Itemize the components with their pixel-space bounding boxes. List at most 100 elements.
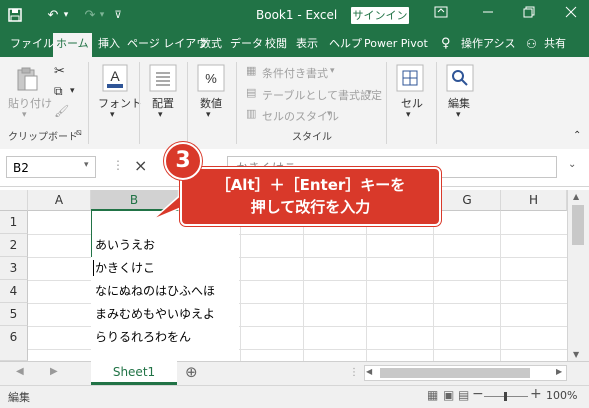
minimize-icon[interactable]	[482, 6, 494, 22]
collapse-ribbon-icon[interactable]: ⌃	[573, 130, 581, 141]
format-as-table-button[interactable]: テーブルとして書式設定	[262, 87, 382, 103]
sheet-prev-icon[interactable]: ◀	[16, 366, 24, 377]
tab-page-layout[interactable]: ページ レイアウ	[127, 34, 207, 54]
alignment-button[interactable]: 配置	[152, 95, 174, 111]
scroll-up-icon[interactable]: ▲	[573, 192, 579, 201]
page-layout-view-icon[interactable]: ▣	[443, 388, 454, 402]
cells-icon[interactable]	[396, 64, 424, 92]
cells-dropdown-icon[interactable]: ▾	[406, 110, 411, 120]
column-header-h[interactable]: H	[501, 190, 567, 211]
copy-icon[interactable]: ⧉	[54, 84, 63, 99]
undo-dropdown-icon[interactable]: ▾	[60, 6, 72, 24]
tab-power-pivot[interactable]: Power Pivot	[364, 34, 428, 54]
share-button[interactable]: 共有	[544, 34, 566, 54]
row-header-2[interactable]: 2	[0, 234, 28, 257]
cancel-icon[interactable]: ×	[134, 156, 147, 175]
svg-text:%: %	[205, 71, 217, 86]
cell-b5[interactable]: まみむめもやいゆえよ	[92, 303, 215, 325]
restore-icon[interactable]	[523, 6, 535, 22]
number-button[interactable]: 数値	[200, 95, 222, 111]
customize-toolbar-icon[interactable]: ⊽	[111, 6, 125, 24]
cell-b2-line-2[interactable]: かきくけこ	[92, 257, 155, 279]
format-painter-icon[interactable]: 🖌	[54, 104, 69, 118]
search-icon[interactable]	[446, 64, 474, 92]
horizontal-scroll-thumb[interactable]	[380, 368, 530, 378]
tab-view[interactable]: 表示	[296, 34, 318, 54]
text-cursor	[93, 260, 94, 276]
zoom-out-icon[interactable]: −	[472, 386, 484, 402]
conditional-format-dropdown-icon[interactable]: ▾	[330, 66, 335, 76]
scroll-right-icon[interactable]: ▶	[556, 367, 562, 376]
paste-dropdown-icon[interactable]: ▾	[22, 110, 27, 120]
select-all-corner[interactable]	[0, 190, 28, 211]
tab-review[interactable]: 校閲	[265, 34, 287, 54]
cut-icon[interactable]: ✂	[54, 64, 65, 79]
sheet-next-icon[interactable]: ▶	[50, 366, 58, 377]
svg-text:A: A	[110, 68, 120, 84]
copy-dropdown-icon[interactable]: ▾	[70, 86, 75, 96]
scroll-down-icon[interactable]: ▼	[573, 350, 579, 359]
vertical-scroll-thumb[interactable]	[572, 205, 584, 245]
editing-dropdown-icon[interactable]: ▾	[456, 110, 461, 120]
name-box[interactable]: B2	[6, 156, 96, 178]
zoom-level[interactable]: 100%	[546, 389, 577, 402]
row-header-5[interactable]: 5	[0, 303, 28, 326]
callout-line-1: ［Alt］＋［Enter］キーを	[215, 176, 406, 194]
font-button[interactable]: フォント	[98, 95, 142, 111]
paste-button[interactable]: 貼り付け	[8, 95, 52, 111]
tell-me-search[interactable]: 操作アシス	[461, 34, 516, 54]
group-divider	[139, 62, 140, 144]
zoom-slider-thumb[interactable]	[504, 392, 507, 401]
lightbulb-icon[interactable]: ♀	[441, 34, 451, 54]
font-dropdown-icon[interactable]: ▾	[110, 110, 115, 120]
group-divider	[236, 62, 237, 144]
alignment-dropdown-icon[interactable]: ▾	[158, 110, 163, 120]
row-header-6[interactable]: 6	[0, 326, 28, 361]
cell-b4[interactable]: なにぬねのはひふへほ	[92, 280, 215, 302]
cell-b6[interactable]: らりるれろわをん	[92, 326, 191, 348]
add-sheet-icon[interactable]: ⊕	[185, 363, 198, 381]
save-icon[interactable]	[6, 6, 24, 24]
close-icon[interactable]	[565, 6, 577, 22]
expand-formula-icon[interactable]: ⌄	[568, 159, 576, 170]
tab-splitter-icon[interactable]: ⋮	[349, 367, 359, 378]
tab-formulas[interactable]: 数式	[200, 34, 222, 54]
tab-data[interactable]: データ	[230, 34, 263, 54]
redo-dropdown-icon[interactable]: ▾	[96, 6, 108, 24]
conditional-format-button[interactable]: 条件付き書式	[262, 65, 328, 81]
cell-styles-dropdown-icon[interactable]: ▾	[327, 109, 332, 119]
tab-help[interactable]: ヘルプ	[329, 34, 362, 54]
number-format-icon[interactable]: %	[196, 64, 226, 92]
ribbon-display-icon[interactable]	[434, 5, 448, 23]
cells-button[interactable]: セル	[401, 95, 423, 111]
zoom-in-icon[interactable]: +	[530, 386, 542, 402]
sheet-tab-sheet1[interactable]: Sheet1	[91, 361, 177, 385]
column-header-a[interactable]: A	[28, 190, 91, 211]
cell-b2-line-1[interactable]: あいうえお	[92, 234, 155, 256]
signin-button[interactable]: サインイン	[351, 7, 409, 24]
tab-insert[interactable]: 挿入	[98, 34, 120, 54]
page-break-view-icon[interactable]: ▤	[458, 388, 469, 402]
font-icon[interactable]: A	[100, 64, 130, 92]
column-header-g[interactable]: G	[434, 190, 501, 211]
clipboard-launcher-icon[interactable]: ⧅	[76, 128, 82, 138]
number-dropdown-icon[interactable]: ▾	[206, 110, 211, 120]
scroll-left-icon[interactable]: ◀	[366, 367, 372, 376]
name-box-dropdown-icon[interactable]: ▾	[84, 160, 89, 170]
cell-styles-icon: ▥	[246, 107, 257, 120]
row-header-3[interactable]: 3	[0, 257, 28, 280]
alignment-icon[interactable]	[148, 64, 178, 92]
row-header-4[interactable]: 4	[0, 280, 28, 303]
more-icon: ⋮	[112, 158, 124, 172]
editing-button[interactable]: 編集	[448, 95, 470, 111]
window-title: Book1 - Excel	[256, 8, 338, 22]
person-icon[interactable]: ⚇	[526, 34, 537, 54]
paste-icon[interactable]	[12, 66, 42, 92]
normal-view-icon[interactable]: ▦	[427, 388, 438, 402]
tab-home[interactable]: ホーム	[53, 33, 92, 57]
row-header-1[interactable]: 1	[0, 211, 28, 234]
tab-file[interactable]: ファイル	[10, 34, 54, 54]
format-table-dropdown-icon[interactable]: ▾	[367, 88, 372, 98]
grid-line	[500, 211, 501, 361]
grid-line	[240, 211, 241, 361]
